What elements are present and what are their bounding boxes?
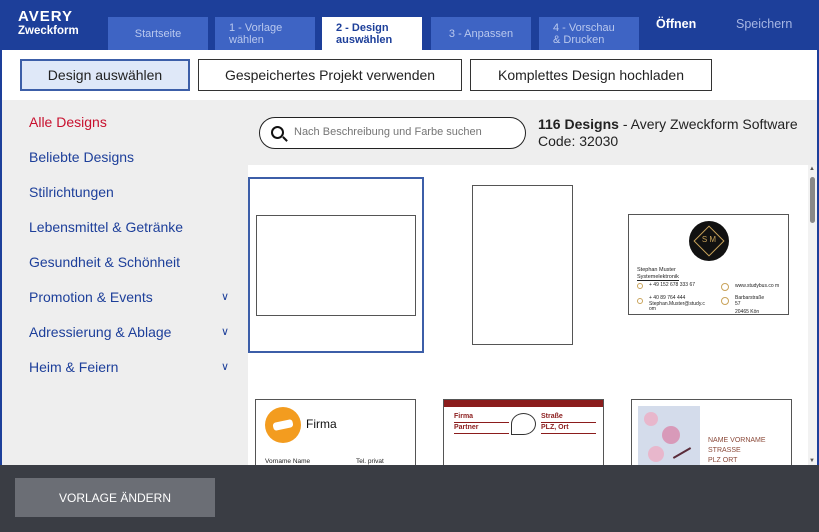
step-customize[interactable]: 3 - Anpassen	[431, 17, 531, 50]
scroll-thumb[interactable]	[810, 177, 815, 223]
card-city: 20465 Kön	[735, 309, 760, 315]
leaf-icon	[511, 413, 536, 435]
category-label: Lebensmittel & Getränke	[29, 219, 184, 235]
design-tile-blank-portrait[interactable]	[466, 177, 576, 353]
decorative-border	[444, 400, 603, 407]
chevron-down-icon[interactable]: ∨	[221, 360, 229, 373]
category-sidebar: Alle Designs Beliebte Designs Stilrichtu…	[0, 100, 243, 465]
card-left-2: Partner	[454, 424, 479, 431]
card-right-2: PLZ, Ort	[541, 424, 569, 431]
email-icon	[637, 298, 643, 304]
search-icon	[271, 126, 284, 139]
phone-icon	[637, 283, 643, 289]
step-select-template[interactable]: 1 - Vorlage wählen	[215, 17, 315, 50]
card-web: www.studybus.co m	[735, 283, 780, 289]
category-label: Heim & Feiern	[29, 359, 119, 375]
globe-icon	[721, 283, 729, 291]
bottom-bar: VORLAGE ÄNDERN	[0, 465, 819, 532]
card-preview: Firma Vorname Name Tel. privat	[255, 399, 416, 465]
chevron-down-icon[interactable]: ∨	[221, 290, 229, 303]
card-person-name: Stephan Muster	[637, 267, 676, 273]
step-preview-print[interactable]: 4 - Vorschau & Drucken	[539, 17, 639, 50]
category-label: Adressierung & Ablage	[29, 324, 172, 340]
card-street: Barbarstraße 57	[735, 295, 765, 307]
card-preview: S M Stephan Muster Systemelektronik + 49…	[628, 214, 789, 315]
design-tile-blank-landscape[interactable]	[248, 177, 424, 353]
handshake-icon	[265, 407, 301, 443]
step-select-design[interactable]: 2 - Design auswählen	[322, 17, 422, 50]
result-summary: 116 Designs - Avery Zweckform Software C…	[538, 116, 808, 150]
use-saved-project-button[interactable]: Gespeichertes Projekt verwenden	[198, 59, 462, 91]
upload-design-button[interactable]: Komplettes Design hochladen	[470, 59, 712, 91]
design-tile-monogram[interactable]: S M Stephan Muster Systemelektronik + 49…	[626, 177, 791, 353]
category-styles[interactable]: Stilrichtungen	[29, 184, 239, 200]
step-label: 3 - Anpassen	[448, 27, 514, 40]
category-label: Stilrichtungen	[29, 184, 114, 200]
step-label: 2 - Design auswählen	[336, 21, 393, 46]
result-count: 116 Designs	[538, 116, 619, 132]
category-label: Alle Designs	[29, 114, 107, 130]
card-left-1: Firma	[454, 413, 474, 420]
category-all-designs[interactable]: Alle Designs	[29, 114, 239, 130]
step-startseite[interactable]: Startseite	[108, 17, 208, 50]
category-health-beauty[interactable]: Gesundheit & Schönheit	[29, 254, 239, 270]
card-person-title: Systemelektronik	[637, 274, 679, 281]
category-label: Promotion & Events	[29, 289, 153, 305]
card-line-1: NAME VORNAME	[708, 437, 766, 444]
step-label: 1 - Vorlage wählen	[229, 21, 283, 46]
design-grid: S M Stephan Muster Systemelektronik + 49…	[248, 165, 808, 465]
logo-line-2: Zweckform	[18, 25, 79, 37]
location-icon	[721, 297, 729, 305]
design-gallery: 116 Designs - Avery Zweckform Software C…	[243, 100, 819, 465]
gallery-scrollbar[interactable]: ▲ ▼	[808, 165, 817, 465]
monogram-badge: S M	[689, 221, 729, 261]
category-label: Beliebte Designs	[29, 149, 135, 165]
design-source-bar: Design auswählen Gespeichertes Projekt v…	[0, 50, 819, 100]
card-company: Firma	[306, 417, 337, 431]
design-tile-firma[interactable]: Firma Vorname Name Tel. privat	[253, 399, 418, 465]
scroll-down-icon[interactable]: ▼	[809, 458, 815, 464]
category-popular[interactable]: Beliebte Designs	[29, 149, 239, 165]
chevron-down-icon[interactable]: ∨	[221, 325, 229, 338]
category-home-party[interactable]: Heim & Feiern ∨	[29, 359, 239, 375]
card-name: Vorname Name	[265, 458, 311, 465]
logo-line-1: AVERY	[18, 8, 74, 25]
open-link[interactable]: Öffnen	[656, 17, 696, 31]
card-preview	[472, 185, 573, 345]
monogram-initials: S M	[701, 235, 717, 244]
design-tile-partner[interactable]: Firma Partner Straße PLZ, Ort	[441, 399, 606, 465]
card-line-3: PLZ ORT	[708, 457, 738, 464]
select-design-button[interactable]: Design auswählen	[20, 59, 190, 91]
save-link[interactable]: Speichern	[736, 17, 792, 31]
card-email: Stephan.Muster@study.c om	[649, 301, 705, 312]
category-label: Gesundheit & Schönheit	[29, 254, 180, 270]
step-label: Startseite	[134, 27, 182, 40]
design-tile-orchid[interactable]: NAME VORNAME STRASSE PLZ ORT	[629, 399, 794, 465]
orchid-image	[638, 406, 700, 465]
card-tel: Tel. privat	[356, 458, 384, 465]
category-addressing-filing[interactable]: Adressierung & Ablage ∨	[29, 324, 239, 340]
top-navigation-bar: AVERY Zweckform Startseite 1 - Vorlage w…	[0, 0, 819, 50]
search-box[interactable]	[259, 117, 526, 149]
card-line-2: STRASSE	[708, 447, 741, 454]
card-preview: Firma Partner Straße PLZ, Ort	[443, 399, 604, 465]
card-right-1: Straße	[541, 413, 563, 420]
search-input[interactable]	[294, 126, 519, 138]
avery-zweckform-logo[interactable]: AVERY Zweckform	[10, 6, 88, 48]
step-label: 4 - Vorschau & Drucken	[553, 21, 615, 46]
change-template-button[interactable]: VORLAGE ÄNDERN	[15, 478, 215, 517]
card-phone-1: + 49 152 678 333 67	[649, 282, 696, 288]
category-promotion-events[interactable]: Promotion & Events ∨	[29, 289, 239, 305]
card-preview: NAME VORNAME STRASSE PLZ ORT	[631, 399, 792, 465]
category-food-drinks[interactable]: Lebensmittel & Getränke	[29, 219, 239, 235]
scroll-up-icon[interactable]: ▲	[809, 166, 815, 172]
card-preview	[256, 215, 416, 316]
